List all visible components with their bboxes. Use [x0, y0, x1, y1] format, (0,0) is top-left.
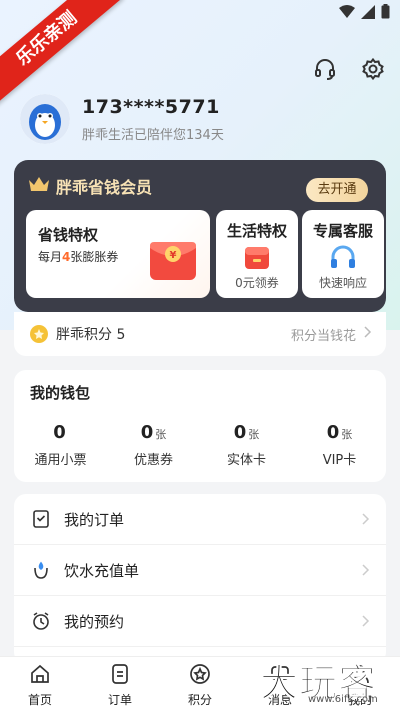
- tab-label: 首页: [27, 693, 52, 707]
- svg-text:¥: ¥: [170, 250, 177, 261]
- tab-label: 积分: [187, 693, 212, 707]
- points-hint: 积分当钱花: [290, 328, 356, 344]
- chevron-right-icon: [364, 326, 372, 342]
- avatar[interactable]: [20, 94, 70, 144]
- clock-icon: [30, 610, 52, 632]
- points-label: 胖乖积分 5: [56, 327, 126, 343]
- wallet-label: 实体卡: [226, 453, 266, 468]
- chevron-right-icon: [362, 561, 370, 580]
- star-icon: [189, 663, 211, 689]
- tab-label: 订单: [107, 693, 132, 707]
- menu-item-orders[interactable]: 我的订单: [14, 494, 386, 545]
- menu-label: 我的预约: [64, 612, 125, 631]
- perk-title: 生活特权: [226, 222, 287, 240]
- wallet-value: 0: [140, 422, 154, 443]
- vip-card[interactable]: 胖乖省钱会员 去开通 省钱特权 每月4张膨胀券 ¥ 生活特权 0元领券 专属客服…: [14, 160, 386, 312]
- user-subtitle: 胖乖生活已陪伴您134天: [82, 127, 224, 143]
- crown-icon: [28, 176, 50, 196]
- points-bar[interactable]: 胖乖积分 5 积分当钱花: [14, 312, 386, 356]
- coupon-icon: [216, 245, 298, 271]
- home-icon: [29, 663, 51, 689]
- chevron-right-icon: [362, 510, 370, 529]
- headset-icon[interactable]: [312, 56, 338, 82]
- wallet-item-card[interactable]: 0张 实体卡: [200, 422, 293, 468]
- wallet-item-ticket[interactable]: 0 通用小票: [14, 422, 107, 468]
- perk-title: 专属客服: [312, 222, 373, 240]
- menu-item-appointments[interactable]: 我的预约: [14, 596, 386, 647]
- wifi-icon: [339, 4, 355, 23]
- menu-label: 饮水充值单: [64, 561, 140, 580]
- user-phone: 173****5771: [82, 95, 220, 118]
- perk-title: 省钱特权: [38, 226, 99, 244]
- signal-icon: [361, 4, 375, 23]
- perk-service[interactable]: 专属客服 快速响应: [302, 210, 384, 298]
- wallet-item-vip[interactable]: 0张 VIP卡: [293, 422, 386, 468]
- water-icon: [30, 559, 52, 581]
- menu-label: 我的订单: [64, 510, 125, 529]
- perk-subtitle: 每月4张膨胀券: [38, 250, 119, 264]
- tab-points[interactable]: 积分: [160, 657, 240, 712]
- wallet-label: 通用小票: [34, 453, 87, 468]
- order-icon: [109, 663, 131, 689]
- tab-orders[interactable]: 订单: [80, 657, 160, 712]
- wallet-label: VIP卡: [322, 453, 357, 468]
- perk-subtitle: 快速响应: [318, 276, 367, 290]
- settings-gear-icon[interactable]: [360, 56, 386, 82]
- status-bar: [339, 4, 390, 23]
- corner-watermark-url: www.6ifk.com: [308, 694, 378, 705]
- headset-service-icon: [302, 245, 384, 271]
- order-icon: [30, 508, 52, 530]
- profile-section: 173****5771 胖乖生活已陪伴您134天: [20, 94, 224, 144]
- wallet-label: 优惠券: [133, 453, 173, 468]
- vip-title: 胖乖省钱会员: [56, 178, 153, 197]
- wallet-value: 0: [326, 422, 340, 443]
- perk-subtitle: 0元领券: [235, 276, 279, 290]
- menu-item-water[interactable]: 饮水充值单: [14, 545, 386, 596]
- open-vip-button[interactable]: 去开通: [306, 178, 368, 202]
- menu-list: 我的订单 饮水充值单 我的预约: [14, 494, 386, 664]
- tab-home[interactable]: 首页: [0, 657, 80, 712]
- wallet-value: 0: [53, 422, 66, 443]
- perk-life[interactable]: 生活特权 0元领券: [216, 210, 298, 298]
- wallet-title: 我的钱包: [30, 384, 91, 402]
- top-actions: [312, 56, 386, 82]
- perk-saving[interactable]: 省钱特权 每月4张膨胀券 ¥: [26, 210, 210, 298]
- red-envelope-icon: ¥: [148, 236, 198, 286]
- coin-icon: [30, 325, 48, 343]
- wallet-item-coupon[interactable]: 0张 优惠券: [107, 422, 200, 468]
- wallet-value: 0: [233, 422, 247, 443]
- chevron-right-icon: [362, 612, 370, 631]
- battery-icon: [381, 4, 390, 23]
- wallet-card: 我的钱包 0 通用小票 0张 优惠券 0张 实体卡 0张 VIP卡: [14, 370, 386, 482]
